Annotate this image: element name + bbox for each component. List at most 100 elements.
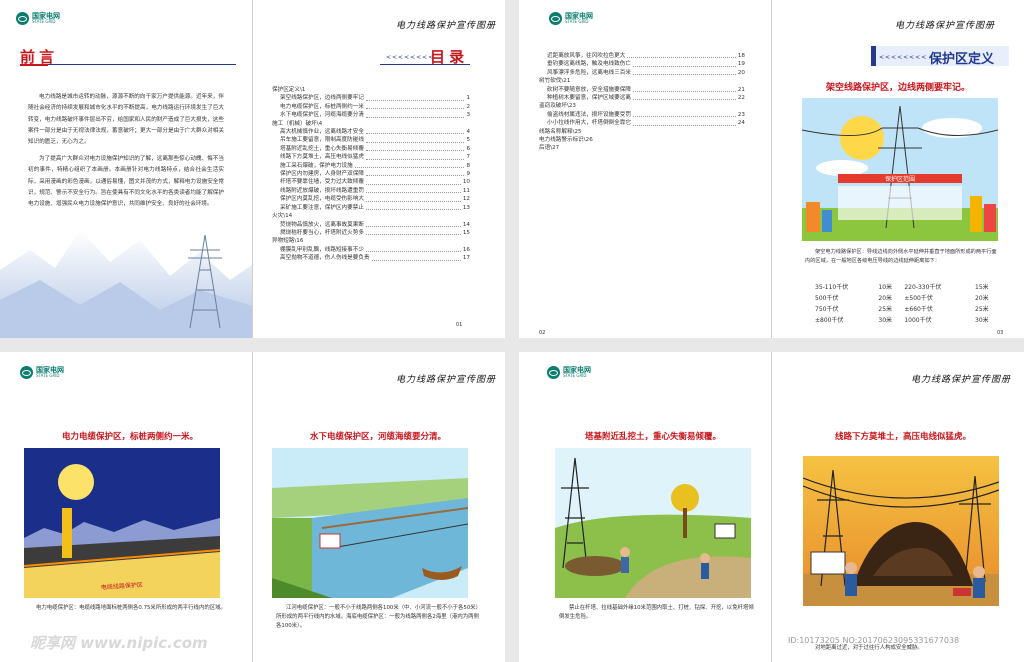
toc-item[interactable]: 电力电缆保护区，标桩两侧约一米 2 [272,103,470,111]
panel-2-headline: 水下电缆保护区，河缆海缆要分清。 [309,432,446,442]
toc-item[interactable]: 异物短路\16 [272,237,470,245]
toc-item[interactable]: 线路下方莫堆土，高压电线似猛虎 7 [272,153,470,161]
brand-title: 电力线路保护宣传图册 [396,375,497,385]
toc-leader-dots [365,234,461,236]
toc-item[interactable]: 风筝漂浮多危险，远离电线三百米 20 [539,69,745,77]
spread-cable-zones: 国家电网 STATE GRID 电力线路保护宣传图册 电力电缆保护区，标桩两侧约一… [0,352,505,662]
toc-item[interactable]: 种植树木要留意，保护区域要远离 22 [539,94,745,102]
toc-item-text: 树竹砍伐\21 [539,78,571,85]
logo-en: STATE GRID [36,373,60,378]
toc-item[interactable]: 塔基附近乱挖土，重心失衡易倾覆 6 [272,145,470,153]
toc-item[interactable]: 线路名称解释\25 [539,128,745,136]
watermark-id: ID:10173205 NO:20170623095331677038 [788,636,960,645]
toc-item[interactable]: 盗窃及破坏\23 [539,102,745,110]
panel-2-caption: 江河电缆保护区：一般不小于线路两侧各100米（中、小河流一般不小于各50米）所形… [276,605,479,629]
toc-item-text: 高空抛物不道德，伤人伤线是要负责 [280,255,370,262]
toc-leader-dots [354,167,465,169]
toc-item-text: 线路附近放爆破，损坏线路遭重罚 [280,187,364,194]
toc-item[interactable]: 保护区定义\1 [272,86,470,94]
toc-item[interactable]: 偷盗线材属违法，损坏设施要受罚 23 [539,111,745,119]
toc-item[interactable]: 线路附近放爆破，损坏线路遭重罚 11 [272,187,470,195]
table-cell: 1000千伏 [904,317,932,324]
toc-item[interactable]: 水下电缆保护区，河缆海缆要分清 3 [272,111,470,119]
toc-item[interactable]: 吊车施工要留意，限制高度防碰线 5 [272,136,470,144]
toc-item[interactable]: 施工采石爆破，保护电力设施 8 [272,162,470,170]
toc-leader-dots [365,225,461,227]
spread-toc-definition: 国家电网 STATE GRID 近距离放风筝，往风吹拉色更大 18 垂钓要远离线路，触… [519,0,1024,338]
toc-item-text: 异物短路\16 [272,238,304,245]
toc-item[interactable]: 后语\27 [539,144,745,152]
toc-item[interactable]: 施工（机械）破坏\4 [272,120,470,128]
toc-item-page: 18 [737,53,745,59]
toc-item-page: 1 [466,95,470,102]
table-row: 500千伏 20米 ±500千伏 20米 [815,292,1001,303]
toc-item-text: 施工采石爆破，保护电力设施 [280,162,353,169]
table-cell: 500千伏 [815,295,839,302]
toc-leader-dots [632,124,736,126]
river-cable-illustration [272,448,468,598]
toc-item[interactable]: 树竹砍伐\21 [539,77,745,85]
toc-item[interactable]: 火灾\14 [272,212,470,220]
toc-item[interactable]: 保护区内勿建房，人身财产双保障 9 [272,170,470,178]
toc-item[interactable]: 架空线路保护区，边线两侧要牢记 1 [272,94,470,102]
table-cell: 15米 [975,284,989,291]
cable-zone-illustration: 电缆线路保护区 [24,448,220,598]
toc-item[interactable]: 电力线路警示标识\26 [539,136,745,144]
logo-en: STATE GRID [563,373,587,378]
preface-para-1: 电力线路是城市运转的动脉，源源不断的向千家万户提供能源。近年来，伴随社会经济的持… [28,94,224,146]
toc-item[interactable]: 棚膜乱甲别乱飘，线路短接事不少 16 [272,246,470,254]
toc-item[interactable]: 高空抛物不道德，伤人伤线是要负责 17 [272,254,470,262]
state-grid-logo: 国家电网 STATE GRID [20,366,64,379]
toc-item[interactable]: 焚烧物品慎放火，远离事故莫果断 14 [272,221,470,229]
toc-item[interactable]: 燃烧秸秆要当心，杆塔附近火势多 15 [272,229,470,237]
toc-item-text: 偷盗线材属违法，损坏设施要受罚 [547,111,631,118]
tower-digging-illustration [555,448,751,598]
toc-leader-dots [365,209,461,211]
toc-item-text: 线路名称解释\25 [539,128,582,135]
toc-item-text: 盗窃及破坏\23 [539,103,576,110]
toc-item[interactable]: 近距离放风筝，往风吹拉色更大 18 [539,52,745,60]
toc-item[interactable]: 采矿施工要注意，保护区内要禁止 13 [272,204,470,212]
preface-para-2: 为了提高广大群众对电力设施保护知识的了解，远离那些惊心动魄、悔不当初的事件，特精… [28,156,224,208]
toc-item-text: 垂钓要远离线路，触及电线致伤亡 [547,61,631,68]
panel-4-headline: 线路下方莫堆土，高压电线似猛虎。 [834,432,971,442]
panel-4-caption: 对地距离过近，对于过往行人构成安全威胁。 [815,645,923,651]
toc-item[interactable]: 小小拉线作用大，杆塔倒倒全靠它 24 [539,119,745,127]
toc-item-page: 8 [466,162,470,169]
toc-leader-dots [632,65,736,67]
toc-item[interactable]: 砍树不要随意放，安全措施要保障 21 [539,86,745,94]
toc-leader-dots [627,57,736,59]
toc-leader-dots [365,99,465,101]
table-cell: 30米 [975,317,989,324]
toc-item-page: 13 [462,204,470,211]
state-grid-icon [547,366,560,379]
toc-item[interactable]: 保护区内莫乱挖，电缆受伤影响大 12 [272,195,470,203]
toc-leader-dots [365,158,465,160]
toc-item[interactable]: 杆塔不要靠住墙，受力过大致倾覆 10 [272,178,470,186]
state-grid-logo: 国家电网 STATE GRID [547,366,591,379]
table-cell: ±800千伏 [815,317,844,324]
mountain-tower-illustration [0,230,252,338]
toc-item-page: 24 [737,120,745,127]
toc-leader-dots [632,91,736,93]
toc-item[interactable]: 垂钓要远离线路，触及电线致伤亡 19 [539,60,745,68]
toc-leader-dots [365,200,461,202]
toc-list-left: 保护区定义\1 架空线路保护区，边线两侧要牢记 1 电力电缆保护区，标桩两侧约一米 2 水… [272,86,470,263]
toc-item-text: 高大机械慎作业，远离线路才安全 [280,129,364,136]
table-cell: ±500千伏 [904,295,933,302]
table-row: 750千伏 25米 ±660千伏 25米 [815,303,1001,314]
toc-leader-dots [365,192,461,194]
section-headline: 架空线路保护区，边线两侧要牢记。 [825,83,970,93]
toc-rule [380,64,470,65]
toc-leader-dots [365,116,465,118]
state-grid-icon [16,12,29,25]
table-cell: 25米 [878,306,893,313]
section-title: 保护区定义 [929,51,995,66]
range-banner: 保护区范围 [885,175,915,183]
toc-leader-dots [365,141,465,143]
toc-item-text: 种植树木要留意，保护区域要远离 [547,95,631,102]
toc-item[interactable]: 高大机械慎作业，远离线路才安全 4 [272,128,470,136]
toc-item-text: 近距离放风筝，往风吹拉色更大 [547,53,626,59]
toc-item-page: 20 [737,69,745,76]
toc-item-page: 3 [466,112,470,119]
